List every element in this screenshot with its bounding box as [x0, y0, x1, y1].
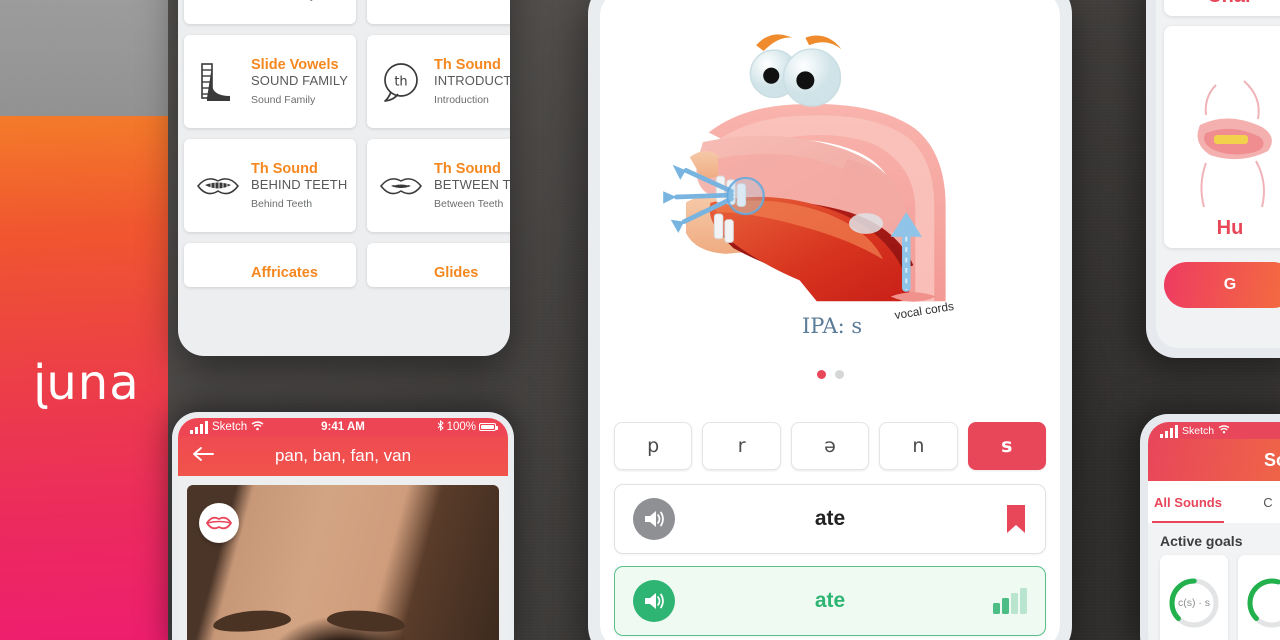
speaker-icon[interactable]: [633, 580, 675, 622]
mouth-illustration-card[interactable]: vocal cords IPA: s: [612, 2, 1048, 406]
word-row-default[interactable]: ate: [614, 484, 1046, 554]
wifi-icon: [1218, 424, 1230, 437]
goal-card[interactable]: [1238, 555, 1280, 640]
phoneme-button-s-selected[interactable]: s: [967, 422, 1047, 470]
card-caption: Sound Family: [251, 0, 348, 2]
word-text: ate: [814, 589, 846, 612]
card-caption: Behind Teeth: [251, 198, 313, 211]
status-bar: Sketch 9:41 AM 100%: [178, 418, 508, 436]
card-subtitle: SOUND FAMILY: [251, 72, 349, 88]
cellular-signal-icon: [1160, 424, 1178, 438]
sound-card-th-introduction[interactable]: th Th Sound INTRODUCTION Introduction: [367, 35, 510, 128]
phoneme-selector-row: p r ə n s: [600, 406, 1060, 470]
challenge-screen: Char Hu G: [1156, 0, 1280, 348]
challenge-card-top[interactable]: Char: [1164, 0, 1280, 16]
vocal-cords-label: vocal cords: [894, 299, 955, 322]
battery-icon: [479, 423, 498, 431]
practice-video-frame[interactable]: [187, 485, 499, 640]
challenge-phone: Char Hu G: [1146, 0, 1280, 358]
card-subtitle: INTRODUCTION: [434, 72, 510, 88]
tab-secondary[interactable]: C: [1228, 481, 1280, 523]
word-text: ate: [814, 507, 846, 530]
progress-ring: [1246, 577, 1280, 629]
sound-card-slide-vowels[interactable]: Slide Vowels SOUND FAMILY Sound Family: [184, 35, 357, 128]
card-subtitle: BETWEEN TEETH: [434, 176, 510, 192]
sound-card-r-sound[interactable]: R R Sound INTRODUCTION Introduction: [367, 0, 510, 24]
sound-card-affricates[interactable]: Affricates: [184, 243, 357, 287]
nav-bar: Sou: [1148, 439, 1280, 481]
sound-card-glides[interactable]: Glides: [367, 243, 510, 287]
card-title: Th Sound: [434, 56, 501, 73]
gray-panel: [0, 0, 168, 116]
video-body: [178, 476, 508, 640]
page-title: Sou: [1264, 449, 1280, 470]
sound-card-th-behind-teeth[interactable]: Th Sound BEHIND TEETH Behind Teeth: [184, 139, 357, 232]
card-title: Hu: [1216, 217, 1244, 239]
word-practice-list: ate ate: [600, 470, 1060, 636]
battery-percent-label: 100%: [446, 421, 476, 433]
face-eyebrow-left: [212, 607, 292, 635]
page-title: pan, ban, fan, van: [274, 446, 412, 465]
anatomy-illustration: [1197, 80, 1272, 208]
sound-detail-phone: vocal cords IPA: s p r ə n s ate ate: [588, 0, 1072, 640]
lips-behind-teeth-icon: [192, 171, 244, 201]
juna-logo: juna: [32, 355, 140, 411]
card-caption: Sound Family: [251, 94, 316, 107]
section-heading: Active goals: [1160, 533, 1243, 549]
sounds-overview-phone: Sketch Sou All Sounds C Active goals c(s…: [1140, 414, 1280, 640]
speaker-icon[interactable]: [633, 498, 675, 540]
face-eyebrow-right: [326, 607, 406, 635]
card-title: Slide Vowels: [251, 56, 339, 73]
card-caption: Introduction: [434, 94, 489, 107]
lips-icon[interactable]: [199, 503, 239, 543]
svg-text:th: th: [394, 74, 407, 89]
challenge-card-human-body[interactable]: Hu: [1164, 26, 1280, 248]
bookmark-icon[interactable]: [985, 504, 1027, 534]
card-subtitle: BEHIND TEETH: [251, 176, 348, 192]
card-title: Char: [1207, 0, 1253, 8]
card-caption: Between Teeth: [434, 198, 504, 211]
card-caption: Introduction: [434, 0, 510, 2]
progress-ring: c(s) · s: [1168, 577, 1220, 629]
slide-icon: [192, 60, 244, 104]
sound-library-phone: Sound Family Introduction Plosives SOUND…: [178, 0, 510, 356]
ipa-label: IPA: s: [802, 314, 863, 338]
card-title: Th Sound: [434, 160, 501, 177]
primary-cta-button[interactable]: G: [1164, 262, 1280, 308]
practice-video-screen: Sketch 9:41 AM 100% pan, ban, fan, van: [178, 418, 508, 640]
tab-all-sounds[interactable]: All Sounds: [1148, 481, 1228, 523]
signal-bars-icon: [985, 588, 1027, 614]
practice-video-phone: Sketch 9:41 AM 100% pan, ban, fan, van: [172, 412, 514, 640]
card-title: Th Sound: [251, 160, 318, 177]
pagination-dot-2[interactable]: [834, 370, 844, 379]
sound-detail-screen: vocal cords IPA: s p r ə n s ate ate: [600, 0, 1060, 640]
sound-card-plosives[interactable]: Plosives SOUND FAMILY Sound Family: [184, 0, 357, 24]
sounds-overview-screen: Sketch Sou All Sounds C Active goals c(s…: [1148, 422, 1280, 640]
brand-gradient-panel: juna: [0, 116, 168, 640]
lips-between-teeth-icon: [375, 171, 427, 201]
phoneme-button-n[interactable]: n: [879, 422, 958, 470]
word-row-success[interactable]: ate: [614, 566, 1046, 636]
bluetooth-icon: [437, 419, 444, 434]
goal-card[interactable]: c(s) · s: [1160, 555, 1228, 640]
phoneme-button-r[interactable]: r: [702, 422, 781, 470]
carrier-label: Sketch: [1182, 424, 1215, 437]
tab-bar: All Sounds C: [1148, 481, 1280, 523]
mouth-anatomy-diagram: vocal cords: [663, 34, 955, 322]
goal-card-list: c(s) · s: [1148, 555, 1280, 640]
card-title: Affricates: [251, 265, 318, 281]
phoneme-button-schwa[interactable]: ə: [790, 422, 870, 470]
pagination-dot-1[interactable]: [816, 370, 826, 379]
sound-card-grid: Sound Family Introduction Plosives SOUND…: [184, 0, 510, 287]
status-bar: Sketch: [1148, 422, 1280, 439]
speech-bubble-th-icon: th: [375, 61, 427, 103]
sound-card-th-between-teeth[interactable]: Th Sound BETWEEN TEETH Between Teeth: [367, 139, 510, 232]
card-title: Glides: [434, 265, 479, 281]
phoneme-button-p[interactable]: p: [614, 422, 693, 470]
nav-bar: pan, ban, fan, van: [178, 436, 508, 476]
carousel-pagination[interactable]: [612, 370, 1048, 379]
